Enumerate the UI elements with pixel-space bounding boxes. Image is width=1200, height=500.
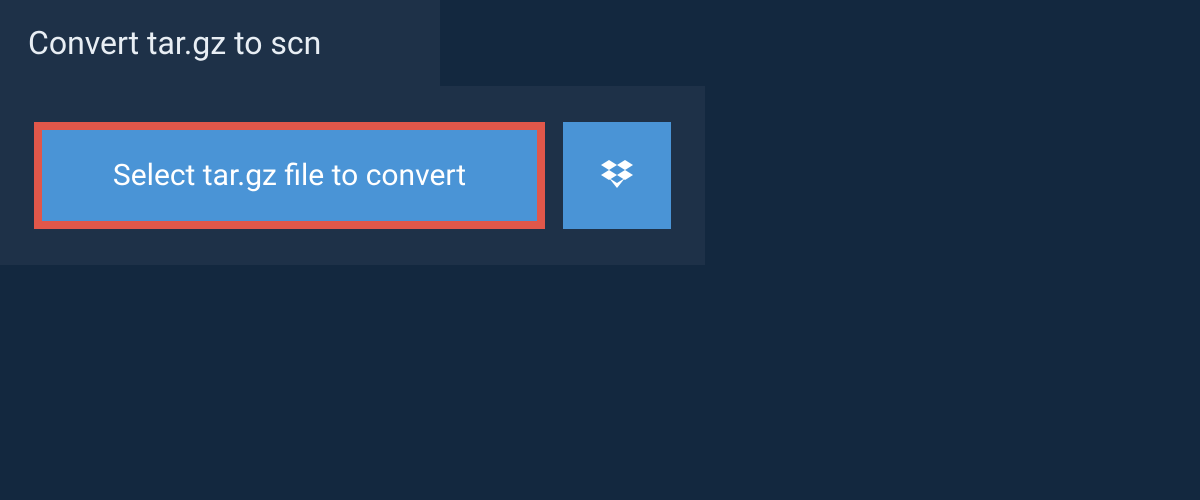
dropbox-button[interactable] xyxy=(563,122,671,229)
select-file-button[interactable]: Select tar.gz file to convert xyxy=(34,122,545,229)
select-file-label: Select tar.gz file to convert xyxy=(113,158,466,193)
page-title: Convert tar.gz to scn xyxy=(28,24,412,62)
dropbox-icon xyxy=(597,156,637,196)
upload-panel: Select tar.gz file to convert xyxy=(0,86,705,265)
header-tab: Convert tar.gz to scn xyxy=(0,0,440,86)
